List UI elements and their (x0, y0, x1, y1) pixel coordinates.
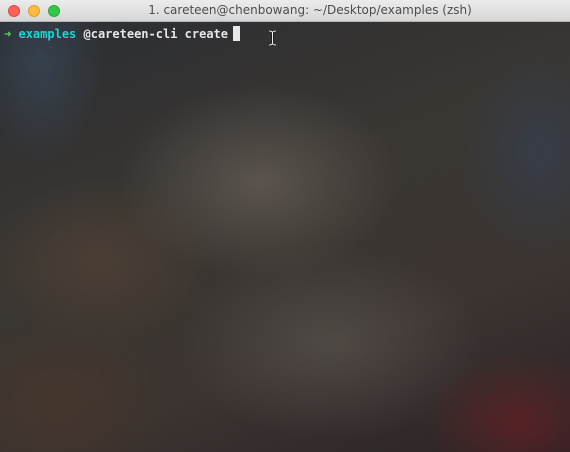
window-title: 1. careteen@chenbowang: ~/Desktop/exampl… (148, 3, 472, 17)
text-cursor (233, 26, 240, 41)
prompt-arrow-icon: ➜ (4, 27, 12, 41)
i-beam-icon (268, 30, 277, 46)
current-directory: examples (18, 27, 77, 41)
zoom-button[interactable] (48, 5, 60, 17)
terminal-content[interactable]: ➜ examples @careteen-cli create (0, 22, 570, 452)
title-bar[interactable]: 1. careteen@chenbowang: ~/Desktop/exampl… (0, 0, 570, 22)
minimize-button[interactable] (28, 5, 40, 17)
close-button[interactable] (8, 5, 20, 17)
terminal-window: 1. careteen@chenbowang: ~/Desktop/exampl… (0, 0, 570, 452)
command-text: @careteen-cli create (83, 27, 229, 41)
prompt-line: ➜ examples @careteen-cli create (4, 26, 240, 42)
